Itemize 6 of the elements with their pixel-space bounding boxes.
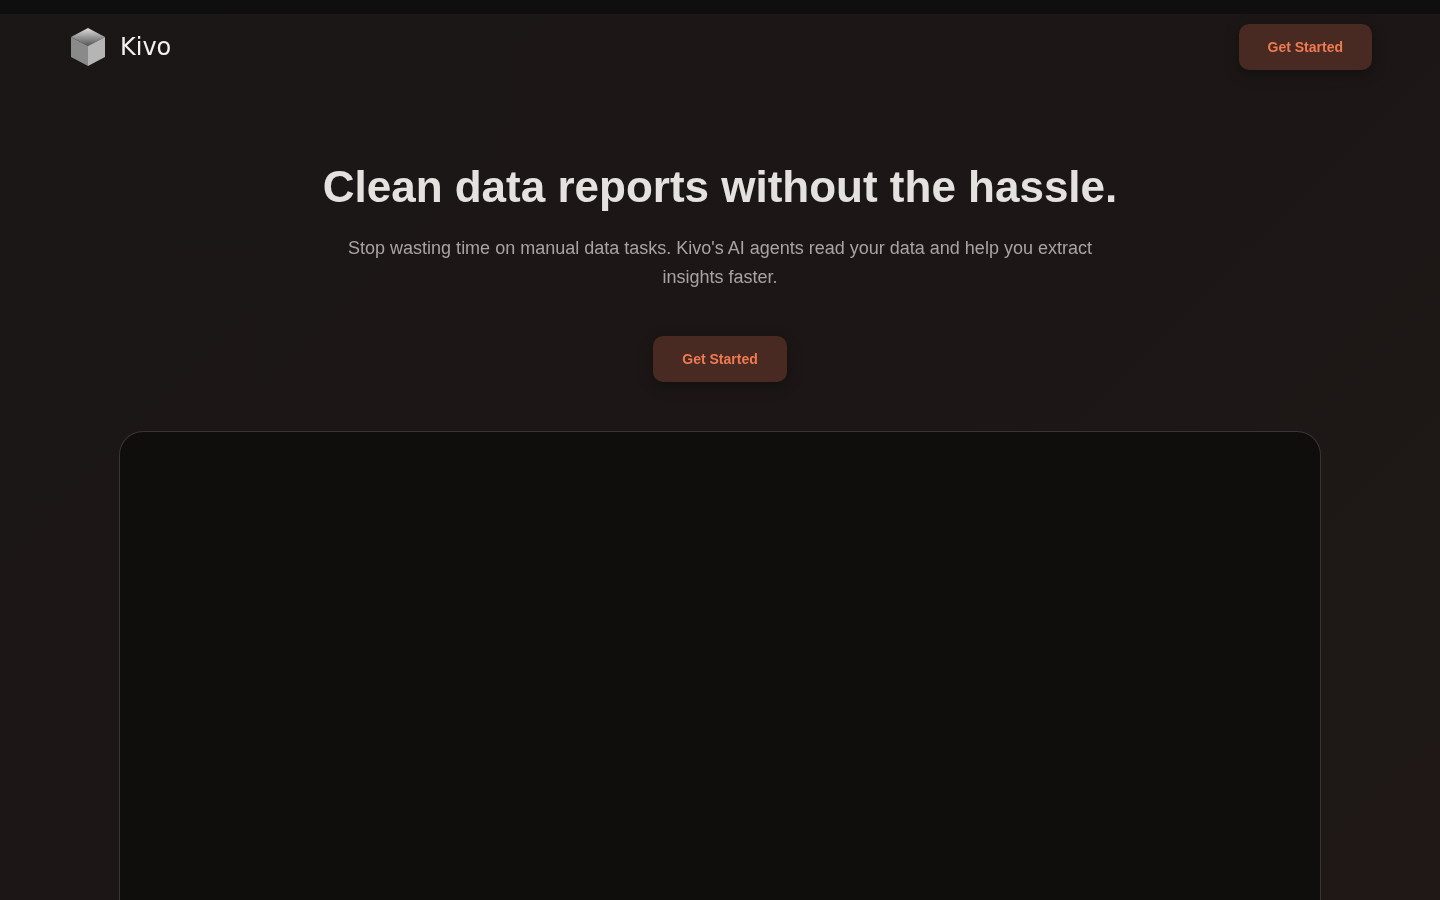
brand-name: Kivo bbox=[120, 33, 172, 61]
get-started-button[interactable]: Get Started bbox=[653, 336, 787, 382]
cube-logo-icon bbox=[70, 27, 106, 67]
get-started-button[interactable]: Get Started bbox=[1238, 24, 1372, 70]
hero-title: Clean data reports without the hassle. bbox=[322, 162, 1118, 212]
hero-subtitle: Stop wasting time on manual data tasks. Kivo's AI agents read your data and help you extract insights faster. bbox=[347, 237, 1093, 289]
